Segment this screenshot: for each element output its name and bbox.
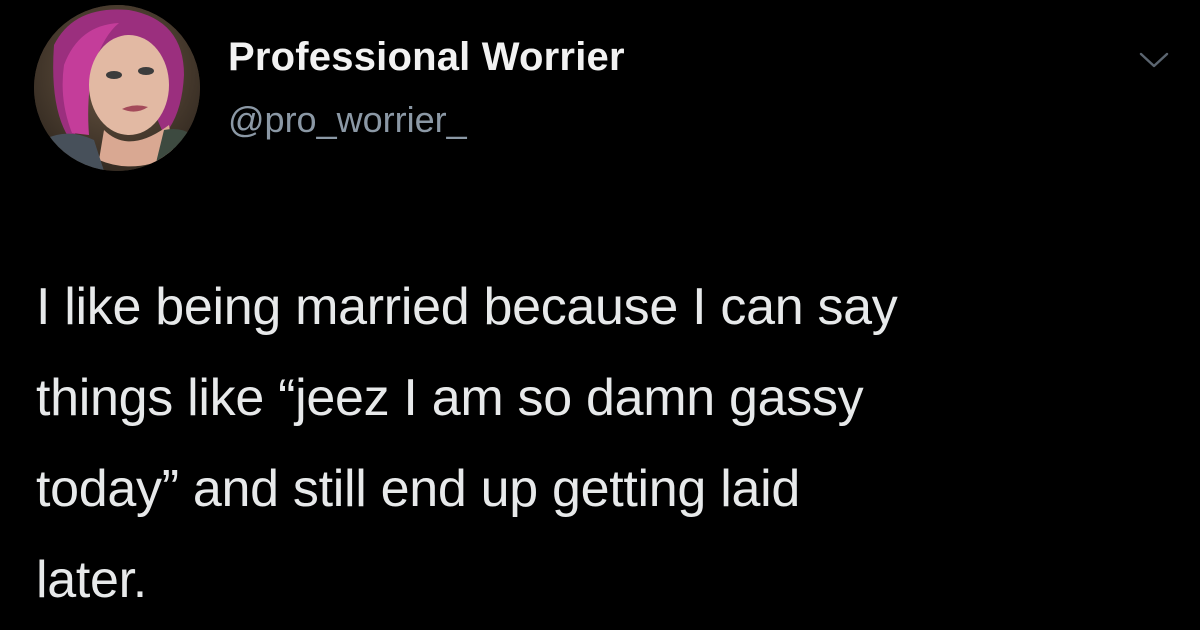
tweet-text: I like being married because I can say t… (36, 262, 1166, 626)
tweet-card: Professional Worrier @pro_worrier_ I lik… (0, 0, 1200, 630)
tweet-text-line: things like “jeez I am so damn gassy (36, 369, 864, 427)
tweet-text-line: today” and still end up getting laid (36, 460, 800, 518)
author-display-name[interactable]: Professional Worrier (228, 35, 625, 80)
author-avatar[interactable] (34, 5, 200, 171)
chevron-down-icon[interactable] (1137, 48, 1171, 72)
avatar-photo (34, 5, 200, 171)
author-handle[interactable]: @pro_worrier_ (228, 99, 467, 141)
tweet-text-line: later. (36, 551, 147, 609)
tweet-text-line: I like being married because I can say (36, 278, 898, 336)
